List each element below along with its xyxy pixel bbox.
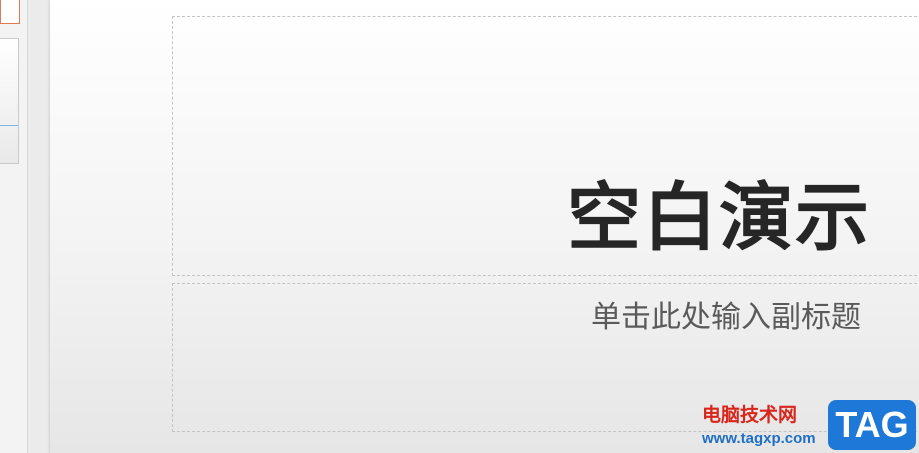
slide-thumbnail-selected[interactable] [0,0,20,24]
title-placeholder[interactable]: 空白演示 [172,16,919,276]
slide-title[interactable]: 空白演示 [567,158,871,265]
watermark-site-name: 电脑技术网 [702,404,798,426]
thumbnail-insert-marker [0,125,18,126]
slide-canvas[interactable]: 空白演示 单击此处输入副标题 [50,0,919,453]
watermark-url: www.tagxp.com [702,430,816,447]
slide-thumbnail-panel [0,0,28,453]
slide-thumbnail[interactable] [0,38,19,164]
watermark-tag-logo: TAG [828,400,916,450]
site-watermark: 电脑技术网 www.tagxp.com TAG [698,396,919,453]
slide-subtitle[interactable]: 单击此处输入副标题 [591,292,861,336]
canvas-margin [28,0,50,453]
